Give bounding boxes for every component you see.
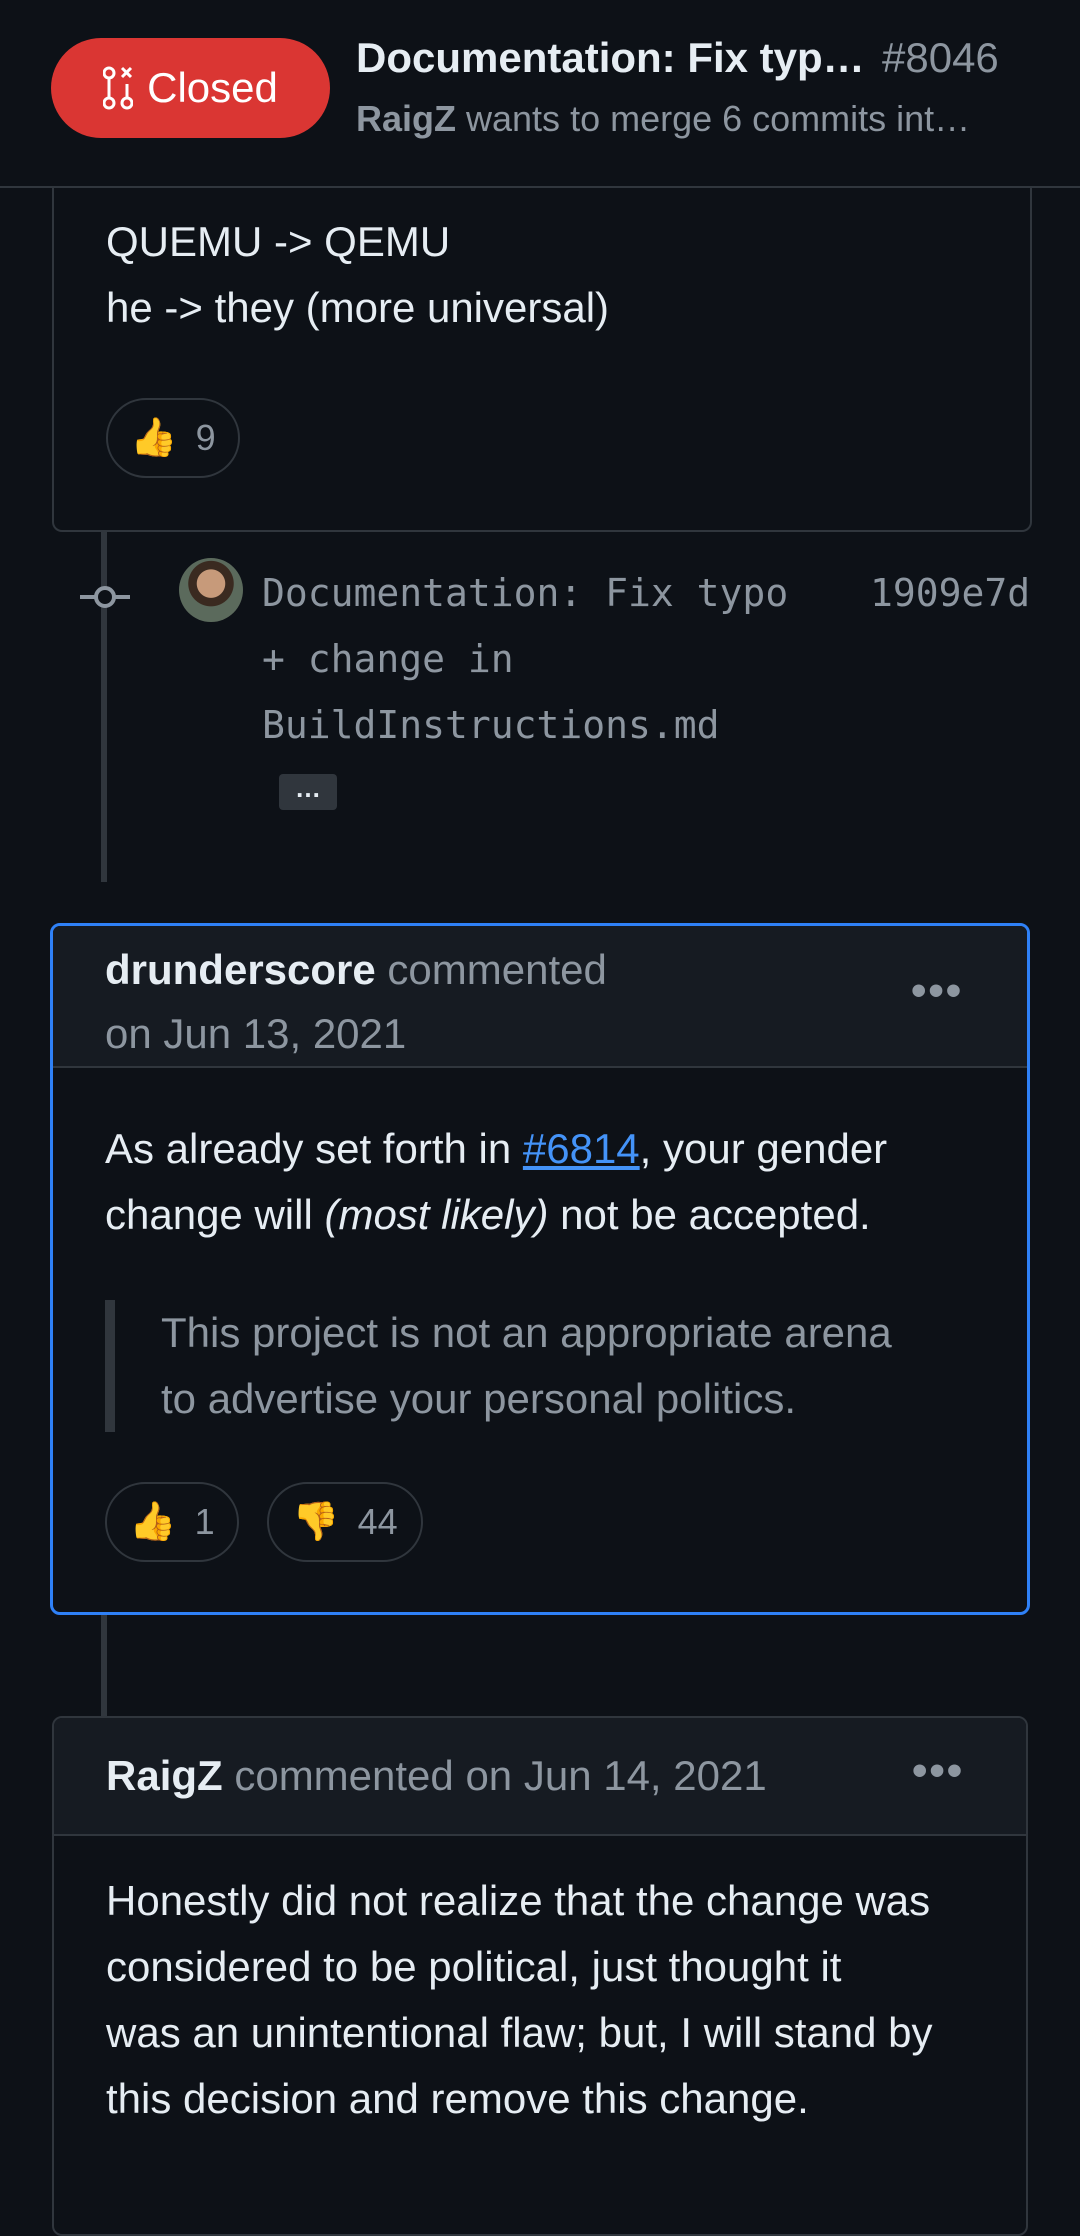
kebab-menu-icon[interactable]: ••• (912, 1746, 964, 1796)
comment-card-highlighted: drunderscore commented on Jun 13, 2021 •… (50, 923, 1030, 1615)
comment-text: , your gender (639, 1125, 888, 1172)
issue-link[interactable]: #6814 (523, 1125, 640, 1172)
reaction-count: 9 (195, 417, 216, 458)
comment-author[interactable]: drunderscore (105, 946, 376, 993)
comment-action[interactable]: commented on Jun 14, 2021 (223, 1752, 766, 1799)
pr-merge-text: wants to merge 6 commits int… (456, 98, 971, 139)
pr-header: Closed Documentation: Fix typ… #8046 Rai… (0, 0, 1080, 188)
comment-body-line: QUEMU -> QEMU (106, 218, 451, 265)
reaction-thumbs-up[interactable]: 👍 9 (106, 398, 240, 478)
comment-body-line: he -> they (more universal) (106, 284, 610, 331)
thumbs-up-icon: 👍 (130, 417, 178, 459)
blockquote: This project is not an appropriate arena… (105, 1300, 965, 1432)
comment-card: RaigZ commented on Jun 14, 2021 ••• Hone… (52, 1716, 1028, 2236)
reaction-thumbs-up[interactable]: 👍 1 (105, 1482, 239, 1562)
pr-state-label: Closed (147, 64, 278, 111)
comment-body-line: was an unintentional flaw; but, I will s… (106, 2009, 933, 2056)
comment-body-line: change will (most likely) not be accepte… (105, 1182, 871, 1248)
comment-text: As already set forth in (105, 1125, 523, 1172)
comment-emphasis: (most likely) (324, 1191, 549, 1238)
reaction-count: 1 (194, 1501, 215, 1542)
commit-author-avatar[interactable] (179, 558, 243, 622)
thumbs-down-icon: 👎 (292, 1501, 340, 1543)
timeline-line (101, 1615, 107, 1716)
comment-body-line: As already set forth in #6814, your gend… (105, 1116, 887, 1182)
comment-header: drunderscore commented on Jun 13, 2021 •… (53, 926, 1027, 1068)
comment-action: commented (375, 946, 607, 993)
thumbs-up-icon: 👍 (129, 1501, 177, 1543)
pr-subtitle: RaigZ wants to merge 6 commits int… (356, 98, 970, 140)
reaction-thumbs-down[interactable]: 👎 44 (267, 1482, 423, 1562)
quote-line: to advertise your personal politics. (161, 1375, 796, 1422)
commit-sha[interactable]: 1909e7d (870, 560, 1030, 626)
comment-text: change will (105, 1191, 325, 1238)
commit-message[interactable]: Documentation: Fix typo + change in Buil… (262, 560, 822, 758)
pr-state-badge: Closed (51, 38, 330, 138)
comment-author[interactable]: RaigZ (106, 1752, 223, 1799)
comment-body-line: considered to be political, just thought… (106, 1943, 842, 1990)
comment-text: not be accepted. (548, 1191, 871, 1238)
comment-date[interactable]: on Jun 13, 2021 (105, 1002, 406, 1066)
commit-expand-button[interactable]: … (279, 774, 337, 810)
pr-title[interactable]: Documentation: Fix typ… (356, 34, 865, 82)
pr-number: #8046 (882, 34, 999, 81)
comment-header: RaigZ commented on Jun 14, 2021 ••• (54, 1718, 1026, 1836)
commit-node-icon (80, 586, 130, 608)
comment-body-line: Honestly did not realize that the change… (106, 1877, 931, 1924)
comment-card-top: QUEMU -> QEMU he -> they (more universal… (52, 188, 1032, 532)
kebab-menu-icon[interactable]: ••• (911, 966, 963, 1016)
reaction-count: 44 (357, 1501, 398, 1542)
pr-author-link[interactable]: RaigZ (356, 98, 456, 139)
comment-body-line: this decision and remove this change. (106, 2075, 809, 2122)
quote-line: This project is not an appropriate arena (161, 1309, 892, 1356)
pull-request-closed-icon (103, 66, 134, 110)
comment-body: Honestly did not realize that the change… (106, 1868, 932, 2132)
